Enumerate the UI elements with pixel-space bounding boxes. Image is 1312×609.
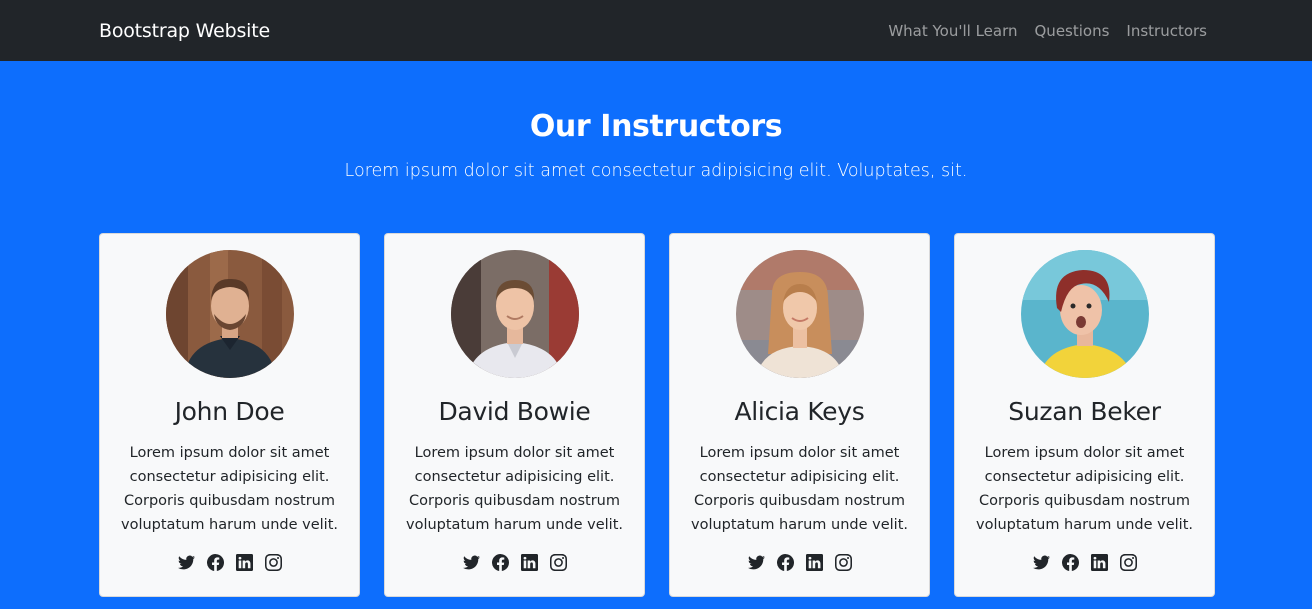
instagram-icon[interactable]: [834, 554, 852, 571]
instructor-card: Suzan Beker Lorem ipsum dolor sit amet c…: [954, 233, 1215, 597]
linkedin-icon[interactable]: [520, 554, 538, 571]
instructor-name: John Doe: [174, 397, 285, 426]
navbar: Bootstrap Website What You'll Learn Ques…: [0, 0, 1312, 61]
twitter-icon[interactable]: [747, 554, 765, 571]
instructor-name: Alicia Keys: [734, 397, 865, 426]
facebook-icon[interactable]: [206, 554, 224, 571]
facebook-icon[interactable]: [491, 554, 509, 571]
nav-link-questions[interactable]: Questions: [1035, 22, 1110, 40]
instructor-cards: John Doe Lorem ipsum dolor sit amet cons…: [0, 233, 1312, 597]
instagram-icon[interactable]: [264, 554, 282, 571]
avatar: [735, 250, 864, 378]
avatar: [165, 250, 294, 378]
nav-link-learn[interactable]: What You'll Learn: [888, 22, 1017, 40]
social-links: [177, 554, 282, 571]
social-links: [747, 554, 852, 571]
nav-link-instructors[interactable]: Instructors: [1126, 22, 1207, 40]
avatar: [1020, 250, 1149, 378]
instructor-card: Alicia Keys Lorem ipsum dolor sit amet c…: [669, 233, 930, 597]
instructor-card: David Bowie Lorem ipsum dolor sit amet c…: [384, 233, 645, 597]
instructors-section: Our Instructors Lorem ipsum dolor sit am…: [0, 61, 1312, 597]
instructor-card: John Doe Lorem ipsum dolor sit amet cons…: [99, 233, 360, 597]
instructor-bio: Lorem ipsum dolor sit amet consectetur a…: [976, 445, 1193, 533]
instructor-name: Suzan Beker: [1008, 397, 1161, 426]
twitter-icon[interactable]: [177, 554, 195, 571]
social-links: [1032, 554, 1137, 571]
linkedin-icon[interactable]: [1090, 554, 1108, 571]
facebook-icon[interactable]: [1061, 554, 1079, 571]
linkedin-icon[interactable]: [235, 554, 253, 571]
linkedin-icon[interactable]: [805, 554, 823, 571]
brand-link[interactable]: Bootstrap Website: [99, 20, 270, 42]
instructor-bio: Lorem ipsum dolor sit amet consectetur a…: [121, 445, 338, 533]
instagram-icon[interactable]: [549, 554, 567, 571]
section-lead: Lorem ipsum dolor sit amet consectetur a…: [344, 161, 968, 181]
instagram-icon[interactable]: [1119, 554, 1137, 571]
instructor-name: David Bowie: [438, 397, 591, 426]
section-title: Our Instructors: [529, 109, 783, 144]
nav-links: What You'll Learn Questions Instructors: [888, 22, 1207, 40]
twitter-icon[interactable]: [462, 554, 480, 571]
instructor-bio: Lorem ipsum dolor sit amet consectetur a…: [406, 445, 623, 533]
social-links: [462, 554, 567, 571]
facebook-icon[interactable]: [776, 554, 794, 571]
instructor-bio: Lorem ipsum dolor sit amet consectetur a…: [691, 445, 908, 533]
avatar: [450, 250, 579, 378]
twitter-icon[interactable]: [1032, 554, 1050, 571]
